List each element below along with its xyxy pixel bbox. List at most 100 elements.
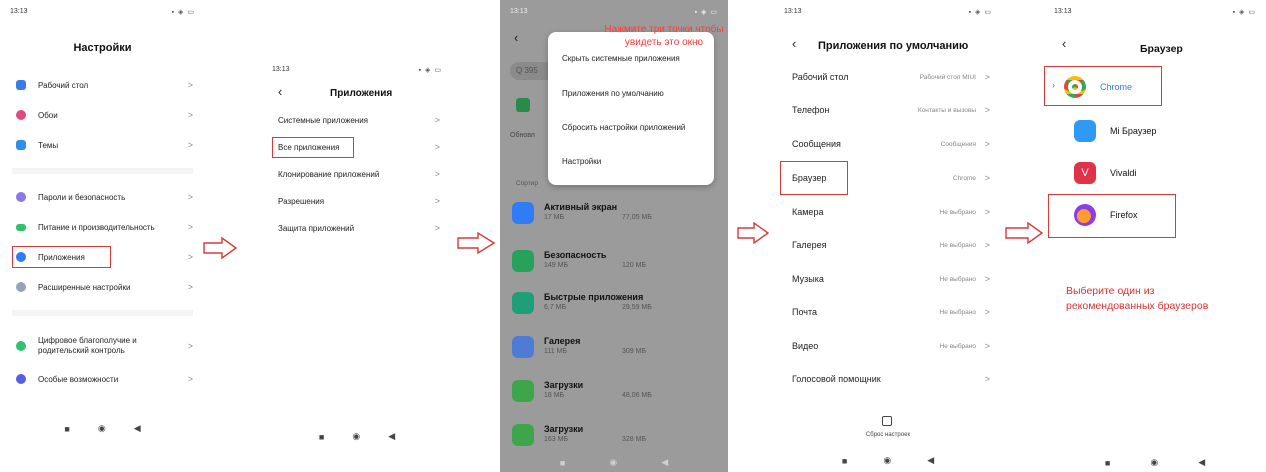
status-time: 13:13	[272, 66, 290, 73]
chevron-right-icon: >	[984, 139, 990, 149]
app-icon	[512, 336, 534, 358]
settings-item-accessibility[interactable]: Особые возможности >	[0, 366, 205, 392]
browser-option-mi[interactable]: Mi Браузер	[1074, 114, 1156, 148]
nav-bar: ■ ◉ ◀	[500, 457, 728, 468]
chevron-right-icon: >	[984, 307, 990, 317]
default-item-label: Телефон	[792, 105, 830, 115]
app-name: Активный экран	[544, 202, 618, 212]
settings-item-themes[interactable]: Темы >	[0, 132, 205, 158]
flower-icon	[16, 110, 26, 120]
highlight-box-apps	[12, 246, 111, 268]
default-item-mail[interactable]: Почта Не выбрано >	[774, 299, 1002, 325]
back-nav-icon[interactable]: ◀	[388, 431, 395, 442]
home-button-icon[interactable]: ◉	[609, 457, 617, 468]
recents-icon[interactable]: ■	[560, 458, 565, 468]
update-icon[interactable]	[516, 98, 530, 112]
settings-item-passwords[interactable]: Пароли и безопасность >	[0, 184, 205, 210]
nav-bar: ■ ◉ ◀	[1044, 457, 1266, 468]
default-item-value: Контакты и вызовы	[917, 106, 976, 114]
app-row[interactable]: Безопасность 149 МБ 120 МБ	[512, 248, 722, 282]
app-row[interactable]: Быстрые приложения 6,7 МБ 29,59 МБ	[512, 290, 722, 324]
settings-item-advanced[interactable]: Расширенные настройки >	[0, 274, 205, 300]
menu-item-default-apps[interactable]: Приложения по умолчанию	[562, 89, 664, 98]
chevron-right-icon: >	[984, 173, 990, 183]
back-arrow-icon[interactable]: ‹	[1062, 36, 1066, 51]
recents-icon[interactable]: ■	[64, 424, 69, 434]
back-nav-icon[interactable]: ◀	[134, 423, 141, 434]
app-name: Загрузки	[544, 424, 584, 434]
settings-item-label: Обои	[38, 110, 58, 120]
back-nav-icon[interactable]: ◀	[1198, 457, 1205, 468]
overflow-menu: Скрыть системные приложения Приложения п…	[548, 32, 714, 185]
home-button-icon[interactable]: ◉	[98, 423, 106, 434]
app-data-size: 48,06 МБ	[622, 392, 652, 399]
apps-item-clone[interactable]: Клонирование приложений >	[262, 161, 452, 187]
menu-item-hide-system[interactable]: Скрыть системные приложения	[562, 54, 680, 63]
back-arrow-icon[interactable]: ‹	[278, 84, 282, 99]
menu-item-settings[interactable]: Настройки	[562, 157, 601, 166]
reset-label[interactable]: Сброс настроек	[774, 432, 1002, 438]
browser-name: Mi Браузер	[1110, 126, 1157, 136]
app-size: 163 МБ	[544, 436, 569, 443]
app-data-size: 77,05 МБ	[622, 214, 652, 221]
default-item-label: Голосовой помощник	[792, 374, 881, 384]
fingerprint-icon	[16, 192, 26, 202]
app-icon	[512, 380, 534, 402]
battery-icon	[16, 223, 26, 231]
recents-icon[interactable]: ■	[319, 432, 324, 442]
brush-icon	[16, 140, 26, 150]
chevron-right-icon: >	[434, 196, 440, 206]
default-item-camera[interactable]: Камера Не выбрано >	[774, 199, 1002, 225]
apps-item-label: Клонирование приложений	[278, 169, 380, 179]
arrow-right-icon	[457, 231, 496, 255]
recents-icon[interactable]: ■	[842, 456, 847, 466]
default-item-value: Не выбрано	[939, 208, 976, 216]
menu-item-reset-apps[interactable]: Сбросить настройки приложений	[562, 123, 685, 132]
settings-item-wallpaper[interactable]: Обои >	[0, 102, 205, 128]
recents-icon[interactable]: ■	[1105, 458, 1110, 468]
apps-item-permissions[interactable]: Разрешения >	[262, 188, 452, 214]
default-item-gallery[interactable]: Галерея Не выбрано >	[774, 232, 1002, 258]
status-bar: 13:13 ▪ ◈ ▭	[10, 8, 195, 20]
settings-item-label: Особые возможности	[38, 374, 119, 384]
default-item-messages[interactable]: Сообщения Сообщения >	[774, 131, 1002, 157]
home-button-icon[interactable]: ◉	[1150, 457, 1158, 468]
back-arrow-icon[interactable]: ‹	[514, 30, 518, 45]
default-item-value: Не выбрано	[939, 241, 976, 249]
default-item-value: Chrome	[952, 174, 976, 182]
default-item-desktop[interactable]: Рабочий стол Рабочий стол MIUI >	[774, 64, 1002, 90]
status-time: 13:13	[10, 8, 28, 15]
nav-bar: ■ ◉ ◀	[0, 423, 205, 434]
page-title: Настройки	[73, 42, 132, 54]
app-data-size: 328 МБ	[622, 436, 647, 443]
screen-default-apps: 13:13 ▪ ◈ ▭ ‹ Приложения по умолчанию Ра…	[774, 0, 1002, 472]
app-row[interactable]: Загрузки 163 МБ 328 МБ	[512, 422, 722, 456]
app-size: 111 МБ	[544, 348, 568, 355]
default-item-assistant[interactable]: Голосовой помощник >	[774, 366, 1002, 392]
status-bar: 13:13 ▪ ◈ ▭	[272, 66, 442, 78]
back-nav-icon[interactable]: ◀	[927, 455, 934, 466]
settings-item-desktop[interactable]: Рабочий стол >	[0, 72, 205, 98]
default-item-label: Камера	[792, 207, 824, 217]
app-row[interactable]: Галерея 111 МБ 309 МБ	[512, 334, 722, 368]
nav-bar: ■ ◉ ◀	[262, 431, 452, 442]
apps-item-protection[interactable]: Защита приложений >	[262, 215, 452, 241]
hint-text: Нажмите три точки чтобы увидеть это окно	[604, 24, 724, 48]
app-row[interactable]: Загрузки 18 МБ 48,06 МБ	[512, 378, 722, 412]
default-item-music[interactable]: Музыка Не выбрано >	[774, 266, 1002, 292]
chevron-right-icon: >	[187, 341, 193, 351]
apps-item-system[interactable]: Системные приложения >	[262, 107, 452, 133]
settings-item-battery[interactable]: Питание и производительность >	[0, 214, 205, 240]
highlight-box-all-apps	[272, 137, 354, 158]
browser-option-vivaldi[interactable]: V Vivaldi	[1074, 156, 1136, 190]
settings-item-wellbeing[interactable]: Цифровое благополучие и родительский кон…	[0, 330, 205, 362]
default-item-video[interactable]: Видео Не выбрано >	[774, 333, 1002, 359]
app-size: 17 МБ	[544, 214, 565, 221]
home-button-icon[interactable]: ◉	[883, 455, 891, 466]
back-arrow-icon[interactable]: ‹	[792, 36, 796, 51]
home-button-icon[interactable]: ◉	[352, 431, 360, 442]
app-row[interactable]: Активный экран 17 МБ 77,05 МБ	[512, 200, 722, 234]
reset-icon[interactable]	[882, 416, 892, 426]
default-item-phone[interactable]: Телефон Контакты и вызовы >	[774, 97, 1002, 123]
back-nav-icon[interactable]: ◀	[661, 457, 668, 468]
